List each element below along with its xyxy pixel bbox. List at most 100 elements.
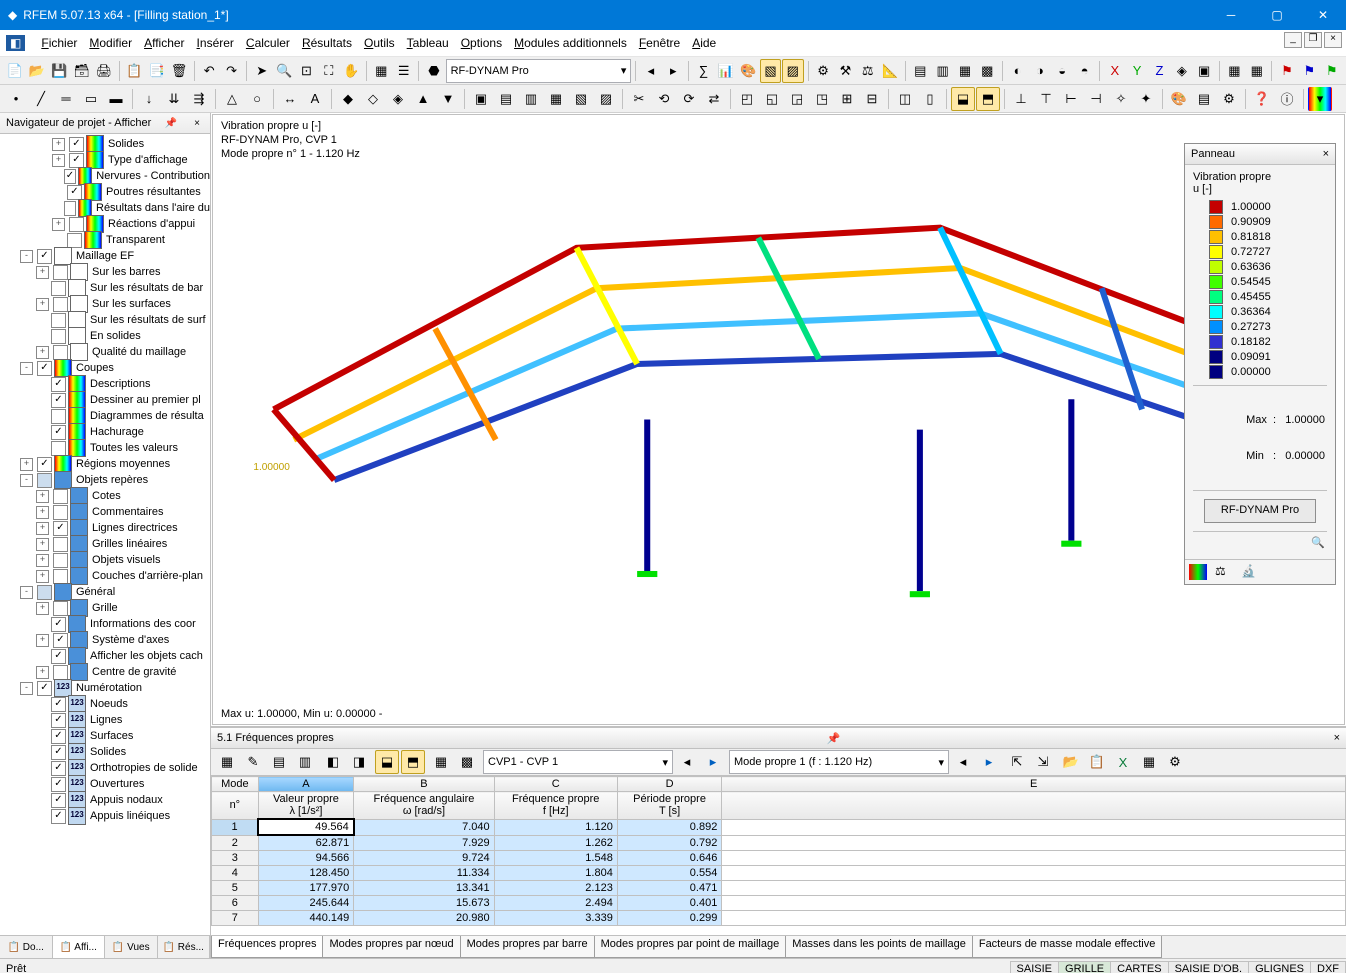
tree-item[interactable]: +Lignes directrices bbox=[0, 520, 210, 536]
menu-options[interactable]: Options bbox=[455, 34, 508, 52]
display-c-icon[interactable]: ▦ bbox=[954, 59, 975, 83]
table-row[interactable]: 7440.14920.9803.3390.299 bbox=[212, 911, 1346, 926]
tree-item[interactable]: 123Noeuds bbox=[0, 696, 210, 712]
expand-icon[interactable]: + bbox=[36, 506, 49, 519]
view-c-icon[interactable]: ◒ bbox=[1052, 59, 1073, 83]
checkbox[interactable] bbox=[53, 633, 68, 648]
display-a-icon[interactable]: ▤ bbox=[910, 59, 931, 83]
grp5-icon[interactable]: ▧ bbox=[569, 87, 593, 111]
ed2-icon[interactable]: ⟲ bbox=[652, 87, 676, 111]
table-pin-icon[interactable]: 📌 bbox=[827, 732, 841, 745]
status-cell[interactable]: CARTES bbox=[1110, 961, 1168, 973]
tt-d-icon[interactable]: ◨ bbox=[347, 750, 371, 774]
tt-prev1-icon[interactable]: ◂ bbox=[675, 750, 699, 774]
tree-item[interactable]: 123Appuis linéiques bbox=[0, 808, 210, 824]
module-combo[interactable]: RF-DYNAM Pro▾ bbox=[446, 59, 632, 83]
tt-new-icon[interactable]: ▦ bbox=[215, 750, 239, 774]
nav-next-icon[interactable]: ▸ bbox=[663, 59, 684, 83]
tt-f-icon[interactable]: ▩ bbox=[455, 750, 479, 774]
tree-item[interactable]: 123Ouvertures bbox=[0, 776, 210, 792]
hl1-icon[interactable]: ⬓ bbox=[951, 87, 975, 111]
navigator-tree[interactable]: +Solides+Type d'affichageNervures - Cont… bbox=[0, 134, 210, 935]
axis-y-icon[interactable]: Y bbox=[1126, 59, 1147, 83]
clr-icon[interactable]: 🎨 bbox=[1167, 87, 1191, 111]
checkbox[interactable] bbox=[51, 777, 66, 792]
tool-d-icon[interactable]: 📐 bbox=[879, 59, 900, 83]
panel-tab2-icon[interactable]: ⚖ bbox=[1215, 564, 1233, 580]
checkbox[interactable] bbox=[51, 393, 66, 408]
navigator-icon[interactable]: ☰ bbox=[393, 59, 414, 83]
grid-icon[interactable]: ▦ bbox=[1246, 59, 1267, 83]
view-b-icon[interactable]: ◑ bbox=[1029, 59, 1050, 83]
checkbox[interactable] bbox=[51, 809, 66, 824]
tree-item[interactable]: 123Appuis nodaux bbox=[0, 792, 210, 808]
view-d-icon[interactable]: ◓ bbox=[1074, 59, 1095, 83]
v3-icon[interactable]: ◲ bbox=[785, 87, 809, 111]
table-row[interactable]: 4128.45011.3341.8040.554 bbox=[212, 866, 1346, 881]
ax3-icon[interactable]: ⊢ bbox=[1059, 87, 1083, 111]
panel-tab1-icon[interactable] bbox=[1189, 564, 1207, 580]
line-icon[interactable]: ╱ bbox=[29, 87, 53, 111]
model-canvas[interactable]: 1.00000 bbox=[213, 115, 1344, 724]
render-icon[interactable]: 🎨 bbox=[737, 59, 758, 83]
table-combo-case[interactable]: CVP1 - CVP 1▾ bbox=[483, 750, 673, 774]
tt-k-icon[interactable]: ▦ bbox=[1137, 750, 1161, 774]
tree-item[interactable]: Résultats dans l'aire du bbox=[0, 200, 210, 216]
menu-résultats[interactable]: Résultats bbox=[296, 34, 358, 52]
ax4-icon[interactable]: ⊣ bbox=[1084, 87, 1108, 111]
menu-aide[interactable]: Aide bbox=[686, 34, 722, 52]
v2-icon[interactable]: ◱ bbox=[760, 87, 784, 111]
ax1-icon[interactable]: ⊥ bbox=[1009, 87, 1033, 111]
tree-item[interactable]: +Commentaires bbox=[0, 504, 210, 520]
tree-item[interactable]: -Coupes bbox=[0, 360, 210, 376]
tree-item[interactable]: Toutes les valeurs bbox=[0, 440, 210, 456]
nav-first-icon[interactable]: ◂ bbox=[640, 59, 661, 83]
zoomfit-icon[interactable]: ⛶ bbox=[318, 59, 339, 83]
results-icon[interactable]: 📊 bbox=[715, 59, 736, 83]
expand-icon[interactable]: + bbox=[52, 138, 65, 151]
axis-z-icon[interactable]: Z bbox=[1149, 59, 1170, 83]
checkbox[interactable] bbox=[64, 201, 76, 216]
table-row[interactable]: 5177.97013.3412.1230.471 bbox=[212, 881, 1346, 896]
expand-icon[interactable]: + bbox=[36, 266, 49, 279]
iso-icon[interactable]: ◈ bbox=[1171, 59, 1192, 83]
table-tab[interactable]: Masses dans les points de maillage bbox=[785, 936, 973, 958]
expand-icon[interactable]: + bbox=[36, 666, 49, 679]
w2-icon[interactable]: ▯ bbox=[918, 87, 942, 111]
table-row[interactable]: 6245.64415.6732.4940.401 bbox=[212, 896, 1346, 911]
table-row[interactable]: 149.5647.0401.1200.892 bbox=[212, 819, 1346, 835]
panel-tab3-icon[interactable]: 🔬 bbox=[1241, 564, 1259, 580]
nav-tab[interactable]: 📋 Vues bbox=[105, 936, 158, 958]
ed1-icon[interactable]: ✂ bbox=[627, 87, 651, 111]
tt-c-icon[interactable]: ◧ bbox=[321, 750, 345, 774]
checkbox[interactable] bbox=[53, 665, 68, 680]
nav-tab[interactable]: 📋 Rés... bbox=[158, 936, 211, 958]
tt-hl1-icon[interactable]: ⬓ bbox=[375, 750, 399, 774]
tree-item[interactable]: 123Orthotropies de solide bbox=[0, 760, 210, 776]
tt-prev2-icon[interactable]: ◂ bbox=[951, 750, 975, 774]
surface-icon[interactable]: ▭ bbox=[79, 87, 103, 111]
pan-icon[interactable]: ✋ bbox=[340, 59, 361, 83]
rainbow-icon[interactable]: ▾ bbox=[1308, 87, 1332, 111]
checkbox[interactable] bbox=[64, 169, 76, 184]
tool-b-icon[interactable]: ⚒ bbox=[835, 59, 856, 83]
tree-item[interactable]: +Couches d'arrière-plan bbox=[0, 568, 210, 584]
tree-item[interactable]: +Qualité du maillage bbox=[0, 344, 210, 360]
opt-icon[interactable]: ⚙ bbox=[1217, 87, 1241, 111]
misc4-icon[interactable]: ▲ bbox=[411, 87, 435, 111]
expand-icon[interactable]: - bbox=[20, 474, 33, 487]
table-tab[interactable]: Modes propres par barre bbox=[460, 936, 595, 958]
checkbox[interactable] bbox=[37, 585, 52, 600]
status-cell[interactable]: SAISIE bbox=[1010, 961, 1059, 973]
tree-item[interactable]: +Type d'affichage bbox=[0, 152, 210, 168]
v5-icon[interactable]: ⊞ bbox=[835, 87, 859, 111]
tree-item[interactable]: -Général bbox=[0, 584, 210, 600]
tree-item[interactable]: -Maillage EF bbox=[0, 248, 210, 264]
tree-item[interactable]: Hachurage bbox=[0, 424, 210, 440]
checkbox[interactable] bbox=[67, 185, 82, 200]
flag-b-icon[interactable]: ⚑ bbox=[1299, 59, 1320, 83]
tt-j-icon[interactable]: 📋 bbox=[1085, 750, 1109, 774]
menu-insérer[interactable]: Insérer bbox=[191, 34, 240, 52]
checkbox[interactable] bbox=[37, 361, 52, 376]
expand-icon[interactable]: - bbox=[20, 586, 33, 599]
